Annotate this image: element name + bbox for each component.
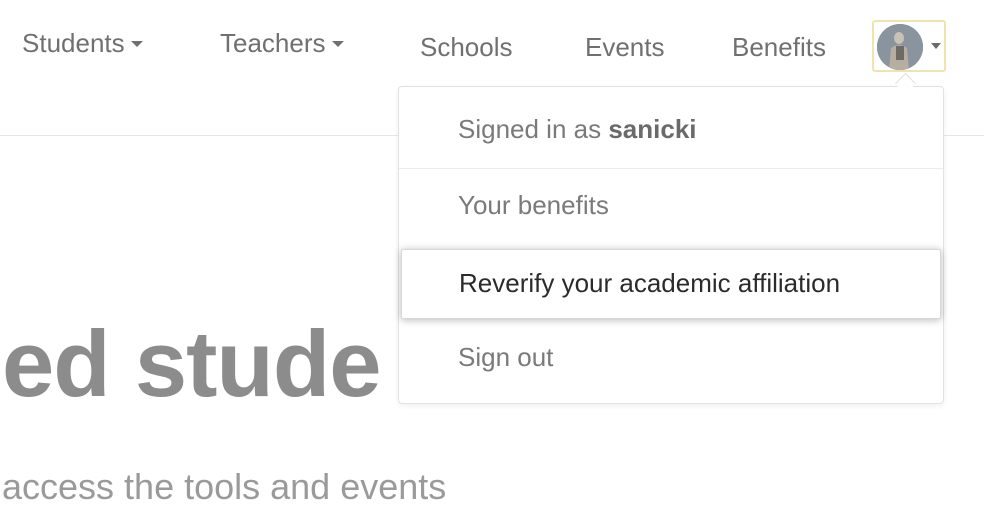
account-menu-toggle[interactable] [872,20,946,72]
caret-down-icon [931,43,941,49]
hero-subtitle: access the tools and events [2,466,447,507]
signed-in-username: sanicki [608,114,697,144]
nav-students-label: Students [22,28,125,58]
menu-item-sign-out[interactable]: Sign out [399,321,943,393]
nav-students[interactable]: Students [22,28,143,59]
caret-down-icon [130,41,143,48]
nav-teachers-label: Teachers [220,28,326,58]
nav-events[interactable]: Events [585,32,665,63]
menu-item-reverify-affiliation[interactable]: Reverify your academic affiliation [401,249,941,319]
account-dropdown-menu: Signed in as sanicki Your benefits Rever… [398,86,944,404]
signed-in-header: Signed in as sanicki [399,87,943,169]
caret-down-icon [331,41,344,48]
signed-in-prefix: Signed in as [458,114,602,144]
avatar [877,24,923,70]
nav-schools[interactable]: Schools [420,32,513,63]
menu-item-your-benefits[interactable]: Your benefits [399,169,943,243]
nav-teachers[interactable]: Teachers [220,28,344,59]
hero-title: ed stude [2,311,382,416]
nav-benefits[interactable]: Benefits [732,32,826,63]
user-photo-icon [877,24,923,70]
